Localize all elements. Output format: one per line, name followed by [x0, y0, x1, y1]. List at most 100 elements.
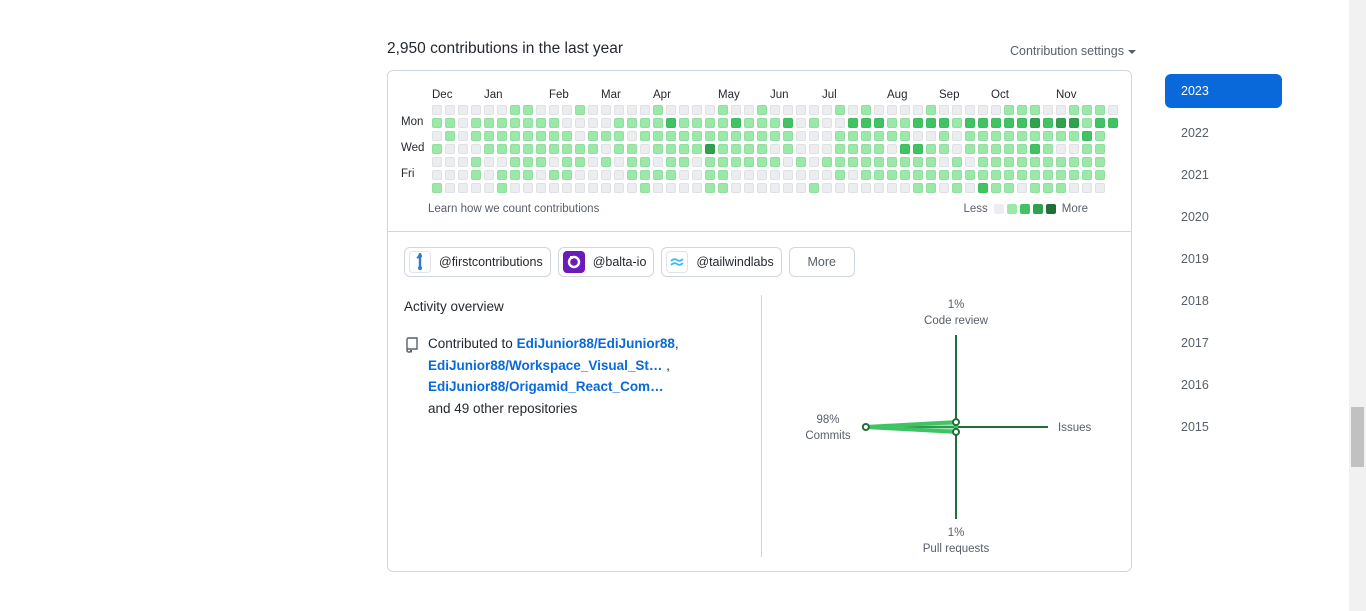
contribution-day-cell[interactable]: [601, 118, 611, 128]
contribution-day-cell[interactable]: [1095, 170, 1105, 180]
contribution-day-cell[interactable]: [900, 170, 910, 180]
contribution-day-cell[interactable]: [692, 144, 702, 154]
learn-contributions-link[interactable]: Learn how we count contributions: [428, 203, 599, 215]
contribution-day-cell[interactable]: [601, 105, 611, 115]
contribution-day-cell[interactable]: [679, 118, 689, 128]
contribution-day-cell[interactable]: [861, 118, 871, 128]
contribution-day-cell[interactable]: [549, 131, 559, 141]
contribution-day-cell[interactable]: [1004, 183, 1014, 193]
contribution-day-cell[interactable]: [744, 118, 754, 128]
contribution-day-cell[interactable]: [913, 144, 923, 154]
contribution-day-cell[interactable]: [653, 105, 663, 115]
contribution-day-cell[interactable]: [679, 183, 689, 193]
contribution-day-cell[interactable]: [705, 170, 715, 180]
contribution-day-cell[interactable]: [1043, 118, 1053, 128]
contribution-day-cell[interactable]: [471, 170, 481, 180]
contribution-day-cell[interactable]: [627, 131, 637, 141]
contribution-day-cell[interactable]: [848, 183, 858, 193]
contribution-day-cell[interactable]: [1017, 118, 1027, 128]
contribution-day-cell[interactable]: [497, 105, 507, 115]
contribution-day-cell[interactable]: [952, 144, 962, 154]
contribution-day-cell[interactable]: [796, 105, 806, 115]
contribution-day-cell[interactable]: [1056, 183, 1066, 193]
contribution-day-cell[interactable]: [731, 157, 741, 167]
contribution-day-cell[interactable]: [549, 157, 559, 167]
year-link-2019[interactable]: 2019: [1165, 242, 1282, 276]
contribution-day-cell[interactable]: [978, 105, 988, 115]
org-filter-tailwindlabs[interactable]: @tailwindlabs: [661, 247, 782, 277]
contribution-day-cell[interactable]: [796, 118, 806, 128]
org-filter-balta-io[interactable]: @balta-io: [557, 247, 655, 277]
contribution-day-cell[interactable]: [653, 157, 663, 167]
contribution-day-cell[interactable]: [731, 131, 741, 141]
contribution-day-cell[interactable]: [458, 183, 468, 193]
contribution-day-cell[interactable]: [1056, 144, 1066, 154]
contribution-day-cell[interactable]: [562, 183, 572, 193]
contribution-day-cell[interactable]: [952, 170, 962, 180]
contribution-day-cell[interactable]: [1095, 157, 1105, 167]
contribution-day-cell[interactable]: [432, 118, 442, 128]
contribution-day-cell[interactable]: [770, 183, 780, 193]
contribution-day-cell[interactable]: [809, 118, 819, 128]
contribution-day-cell[interactable]: [900, 144, 910, 154]
contribution-day-cell[interactable]: [705, 183, 715, 193]
contribution-day-cell[interactable]: [445, 183, 455, 193]
contribution-day-cell[interactable]: [627, 105, 637, 115]
contribution-day-cell[interactable]: [510, 118, 520, 128]
org-filter-firstcontributions[interactable]: @firstcontributions: [404, 247, 551, 277]
contribution-day-cell[interactable]: [874, 118, 884, 128]
contribution-day-cell[interactable]: [887, 144, 897, 154]
contribution-day-cell[interactable]: [926, 105, 936, 115]
contribution-day-cell[interactable]: [523, 183, 533, 193]
contribution-day-cell[interactable]: [952, 105, 962, 115]
contribution-day-cell[interactable]: [536, 144, 546, 154]
contribution-day-cell[interactable]: [1030, 118, 1040, 128]
contribution-day-cell[interactable]: [900, 157, 910, 167]
contribution-day-cell[interactable]: [1030, 131, 1040, 141]
contribution-day-cell[interactable]: [549, 183, 559, 193]
contribution-day-cell[interactable]: [614, 157, 624, 167]
contribution-day-cell[interactable]: [692, 183, 702, 193]
contribution-day-cell[interactable]: [601, 170, 611, 180]
contribution-day-cell[interactable]: [822, 131, 832, 141]
contribution-day-cell[interactable]: [770, 105, 780, 115]
contribution-day-cell[interactable]: [822, 157, 832, 167]
contribution-day-cell[interactable]: [484, 131, 494, 141]
contribution-day-cell[interactable]: [497, 183, 507, 193]
contribution-day-cell[interactable]: [926, 157, 936, 167]
contribution-day-cell[interactable]: [965, 183, 975, 193]
contribution-day-cell[interactable]: [640, 183, 650, 193]
contribution-day-cell[interactable]: [1056, 131, 1066, 141]
contribution-day-cell[interactable]: [835, 131, 845, 141]
contribution-day-cell[interactable]: [458, 170, 468, 180]
contribution-day-cell[interactable]: [913, 131, 923, 141]
contribution-day-cell[interactable]: [705, 118, 715, 128]
contribution-day-cell[interactable]: [666, 157, 676, 167]
contribution-day-cell[interactable]: [939, 157, 949, 167]
contribution-day-cell[interactable]: [1043, 157, 1053, 167]
contribution-day-cell[interactable]: [757, 170, 767, 180]
contribution-day-cell[interactable]: [1056, 157, 1066, 167]
contribution-day-cell[interactable]: [1043, 144, 1053, 154]
contribution-day-cell[interactable]: [679, 170, 689, 180]
contribution-day-cell[interactable]: [705, 131, 715, 141]
contribution-day-cell[interactable]: [1095, 183, 1105, 193]
year-link-2018[interactable]: 2018: [1165, 284, 1282, 318]
contribution-day-cell[interactable]: [445, 118, 455, 128]
contribution-day-cell[interactable]: [666, 144, 676, 154]
contribution-day-cell[interactable]: [575, 157, 585, 167]
contribution-day-cell[interactable]: [744, 170, 754, 180]
contribution-day-cell[interactable]: [653, 131, 663, 141]
contribution-day-cell[interactable]: [692, 118, 702, 128]
contribution-day-cell[interactable]: [926, 183, 936, 193]
contribution-day-cell[interactable]: [627, 170, 637, 180]
contribution-day-cell[interactable]: [432, 170, 442, 180]
year-link-2015[interactable]: 2015: [1165, 410, 1282, 444]
contribution-day-cell[interactable]: [913, 118, 923, 128]
contribution-day-cell[interactable]: [1056, 105, 1066, 115]
contribution-day-cell[interactable]: [1030, 144, 1040, 154]
contribution-day-cell[interactable]: [978, 118, 988, 128]
contribution-day-cell[interactable]: [510, 157, 520, 167]
contribution-day-cell[interactable]: [588, 105, 598, 115]
contribution-day-cell[interactable]: [770, 157, 780, 167]
